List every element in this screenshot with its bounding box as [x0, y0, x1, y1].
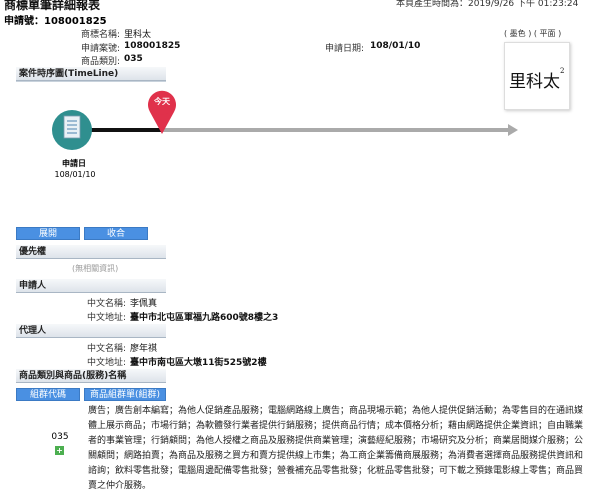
goods-description: 廣告；廣告創本編寫；為他人促銷產品服務；電腦網路線上廣告；商品現場示範；為他人提… [88, 406, 584, 491]
timeline-section-header: 案件時序圖(TimeLine) [16, 67, 166, 81]
case-number-label: 申請案號: [80, 44, 120, 54]
filing-date-event-date: 108/01/10 [54, 170, 96, 179]
agent-name-label: 中文名稱: [86, 344, 126, 354]
section-divider [16, 81, 166, 82]
applicant-section-header[interactable]: 申請人 [16, 279, 166, 293]
priority-section-header[interactable]: 優先權 [16, 245, 166, 259]
mark-color-tags: ( 墨色 ) ( 平面 ) [504, 29, 562, 38]
group-list-button[interactable]: 商品組群單(組群) [84, 388, 166, 401]
filing-date-event-label: 申請日 [62, 159, 86, 168]
application-number: 申請號：108001825 [4, 12, 107, 27]
goods-class-value: 035 [124, 54, 143, 64]
case-number-value: 108001825 [124, 41, 181, 51]
group-code-button[interactable]: 組群代碼 [16, 388, 80, 401]
application-number-label: 申請號： [4, 16, 44, 27]
applicant-name-value: 李佩真 [130, 299, 158, 309]
application-number-value: 108001825 [44, 16, 107, 27]
timeline-graphic [52, 90, 518, 150]
today-label: 今天 [154, 97, 170, 106]
applicant-address-value: 臺中市北屯區軍福九路600號8樓之3 [130, 313, 279, 323]
priority-empty-text: (無相關資訊) [72, 264, 119, 273]
expand-button[interactable]: 展開 [16, 227, 80, 240]
calendar-checklist-icon [52, 110, 92, 150]
agent-section-header[interactable]: 代理人 [16, 324, 166, 338]
application-date-value: 108/01/10 [370, 41, 421, 51]
application-date-label: 申請日期: [324, 44, 364, 54]
timeline-arrow-icon [508, 124, 518, 136]
collapse-button[interactable]: 收合 [84, 227, 148, 240]
agent-name-value: 廖年祺 [130, 344, 158, 354]
expand-plus-icon[interactable]: + [55, 446, 64, 455]
mark-name-value: 里科太 [124, 30, 152, 40]
applicant-address-label: 中文地址: [86, 313, 126, 323]
agent-address-value: 臺中市南屯區大墩11街525號2樓 [130, 358, 267, 368]
agent-address-label: 中文地址: [86, 358, 126, 368]
goods-class-label: 商品類別: [80, 57, 120, 67]
applicant-name-label: 中文名稱: [86, 299, 126, 309]
mark-name-label: 商標名稱: [80, 30, 120, 40]
goods-class-number: 035 [51, 432, 69, 442]
goods-services-section-header[interactable]: 商品類別與商品(服務)名稱 [16, 369, 166, 383]
generated-time: 本頁產生時間為：2019/9/26 下午 01:23:24 [396, 0, 579, 9]
